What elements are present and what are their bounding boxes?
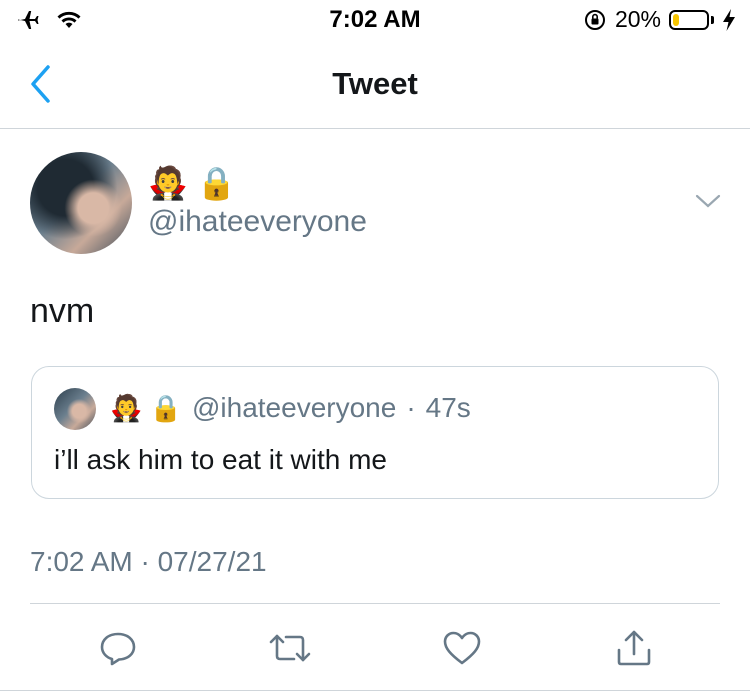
bottom-divider: [0, 690, 750, 691]
battery-nub: [711, 15, 714, 24]
page-title: Tweet: [332, 66, 418, 101]
timestamp-divider: [30, 603, 720, 604]
share-button[interactable]: [612, 626, 656, 670]
quoted-separator: ·: [406, 392, 416, 423]
orientation-lock-icon: [584, 9, 605, 30]
quoted-display-name: 🧛 🔒: [110, 392, 182, 423]
retweet-icon: [269, 634, 311, 662]
quoted-handle: @ihateeveryone: [191, 392, 397, 423]
charging-bolt-icon: [723, 8, 735, 31]
battery-percent: 20%: [614, 6, 661, 32]
quoted-header: 🧛 🔒 @ihateeveryone · 47s: [110, 392, 471, 424]
reply-button[interactable]: [96, 626, 140, 670]
quoted-time: 47s: [425, 392, 471, 423]
quoted-text: i’ll ask him to eat it with me: [54, 444, 387, 475]
like-button[interactable]: [440, 626, 484, 670]
reply-icon: [100, 632, 136, 666]
avatar[interactable]: [30, 152, 132, 254]
tweet-text: nvm: [30, 292, 95, 330]
battery-fill: [673, 13, 680, 26]
display-name[interactable]: 🧛 🔒: [148, 165, 237, 201]
status-right: 20%: [583, 6, 736, 33]
more-options-button[interactable]: [694, 192, 722, 215]
quoted-avatar: [54, 388, 96, 430]
share-icon: [617, 630, 651, 666]
tweet-timestamp: 7:02 AM · 07/27/21: [30, 546, 267, 577]
chevron-down-icon: [695, 194, 721, 208]
battery-icon: [669, 9, 709, 30]
heart-icon: [443, 631, 481, 665]
user-handle[interactable]: @ihateeveryone: [148, 205, 367, 239]
quoted-tweet-card[interactable]: [31, 366, 719, 499]
retweet-button[interactable]: [268, 626, 312, 670]
header-divider: [0, 128, 750, 129]
